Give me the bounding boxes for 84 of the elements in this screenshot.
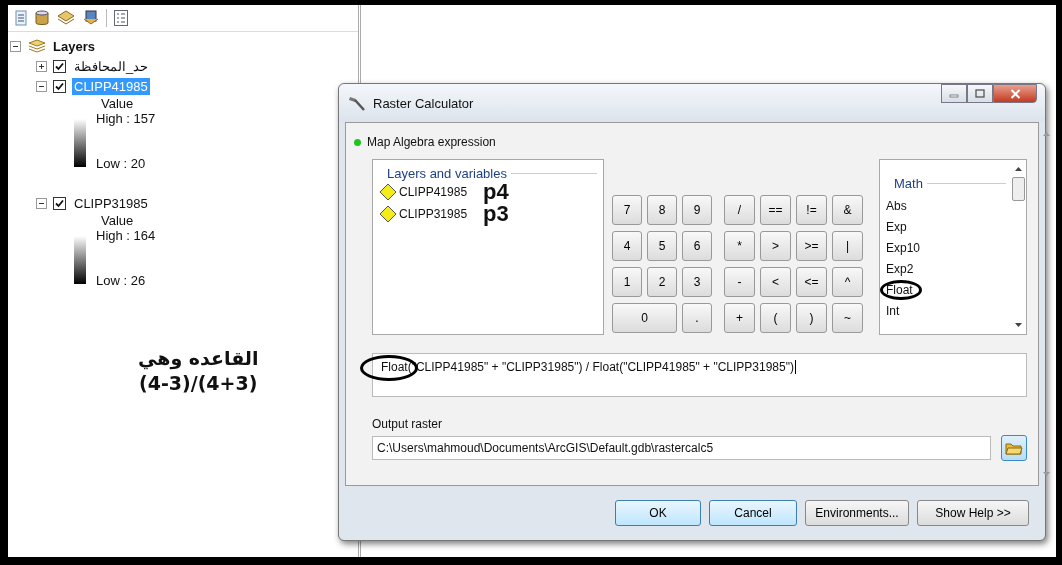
- layers-icon[interactable]: [56, 9, 76, 27]
- keypad-key[interactable]: 2: [647, 267, 677, 297]
- layers-icon: [27, 38, 47, 54]
- list-icon[interactable]: [14, 9, 28, 27]
- section-label: Map Algebra expression: [367, 135, 496, 149]
- dialog-button[interactable]: Show Help >>: [917, 500, 1029, 526]
- keypad-key[interactable]: 7: [612, 195, 642, 225]
- function-item[interactable]: Float: [886, 282, 913, 297]
- dialog-button[interactable]: Cancel: [709, 500, 797, 526]
- folder-button[interactable]: [1001, 435, 1027, 461]
- function-item[interactable]: Exp10: [886, 240, 921, 255]
- keypad-key[interactable]: 6: [682, 231, 712, 261]
- scroll-up-icon[interactable]: [1014, 166, 1022, 171]
- options-icon[interactable]: [113, 9, 129, 27]
- operator-key[interactable]: &: [832, 195, 863, 225]
- layer-name[interactable]: CLIPP31985: [72, 194, 150, 212]
- database-icon[interactable]: [34, 9, 50, 27]
- variable-item[interactable]: CLIPP41985: [399, 185, 468, 199]
- scroll-down-icon[interactable]: [1014, 323, 1022, 328]
- expand-toggle[interactable]: [36, 80, 47, 92]
- expand-toggle[interactable]: [36, 197, 47, 209]
- keypad-key[interactable]: 5: [647, 231, 677, 261]
- expand-toggle[interactable]: [36, 60, 47, 72]
- annotation-title: القاعده وهي: [138, 346, 259, 371]
- layer-name[interactable]: حد_المحافظة: [72, 57, 151, 75]
- operator-key[interactable]: <=: [796, 267, 827, 297]
- expand-toggle[interactable]: [10, 40, 21, 52]
- function-item[interactable]: Exp: [886, 219, 907, 234]
- operator-key[interactable]: ==: [760, 195, 791, 225]
- legend-high-label: High : 157: [96, 111, 156, 126]
- keypad-key[interactable]: 9: [682, 195, 712, 225]
- operator-key[interactable]: <: [760, 267, 791, 297]
- operator-key[interactable]: *: [724, 231, 755, 261]
- function-item[interactable]: Abs: [886, 198, 907, 213]
- checkbox[interactable]: [53, 59, 66, 73]
- keypad-key[interactable]: 8: [647, 195, 677, 225]
- maximize-button[interactable]: [967, 84, 993, 103]
- operator-key[interactable]: /: [724, 195, 755, 225]
- checkbox[interactable]: [53, 196, 66, 210]
- dialog-button[interactable]: OK: [615, 500, 701, 526]
- keypad-key[interactable]: 3: [682, 267, 712, 297]
- operator-key[interactable]: !=: [796, 195, 827, 225]
- color-ramp: [74, 119, 86, 167]
- close-button[interactable]: [993, 84, 1037, 103]
- keypad-key[interactable]: 1: [612, 267, 642, 297]
- operator-key[interactable]: -: [724, 267, 755, 297]
- field-label: Output raster: [372, 417, 444, 431]
- scroll-thumb[interactable]: [1011, 177, 1025, 201]
- variable-item[interactable]: CLIPP31985: [399, 207, 468, 221]
- keypad-key[interactable]: 0: [612, 303, 677, 333]
- close-icon: [1009, 88, 1021, 99]
- function-item[interactable]: Int: [886, 303, 900, 318]
- legend-high-label: High : 164: [96, 228, 156, 243]
- checkbox[interactable]: [53, 79, 66, 93]
- keypad-key[interactable]: 4: [612, 231, 642, 261]
- raster-layer-icon: [379, 183, 397, 201]
- color-ramp: [74, 236, 86, 284]
- legend-low-label: Low : 26: [96, 273, 147, 288]
- annotation-formula: (4-3)/(4+3): [139, 370, 258, 396]
- operator-key[interactable]: ): [796, 303, 827, 333]
- legend-low-label: Low : 20: [96, 156, 147, 171]
- operator-key[interactable]: +: [724, 303, 755, 333]
- operator-key[interactable]: ^: [832, 267, 863, 297]
- minimize-button[interactable]: [941, 84, 967, 103]
- operator-key[interactable]: >: [760, 231, 791, 261]
- dialog-button[interactable]: Environments...: [805, 500, 909, 526]
- keypad-key[interactable]: .: [682, 303, 712, 333]
- window-title: Raster Calculator: [373, 95, 475, 111]
- raster-layer-icon: [379, 205, 397, 223]
- operator-key[interactable]: >=: [796, 231, 827, 261]
- legend-heading: Value: [100, 213, 135, 228]
- output-field[interactable]: C:\Users\mahmoud\Documents\ArcGIS\Default.gdb\rastercalc5: [372, 436, 991, 460]
- status-dot: [354, 138, 361, 146]
- legend-heading: Value: [100, 96, 135, 111]
- folder-icon: [1005, 440, 1023, 456]
- group-heading: Math: [893, 176, 923, 191]
- layer-group-label[interactable]: Layers: [53, 38, 95, 54]
- maximize-icon: [975, 89, 985, 98]
- operator-key[interactable]: ~: [832, 303, 863, 333]
- function-item[interactable]: Exp2: [886, 261, 914, 276]
- group-heading: Layers and variables: [386, 166, 507, 181]
- operator-key[interactable]: (: [760, 303, 791, 333]
- hammer-icon: [347, 94, 367, 112]
- operator-key[interactable]: |: [832, 231, 863, 261]
